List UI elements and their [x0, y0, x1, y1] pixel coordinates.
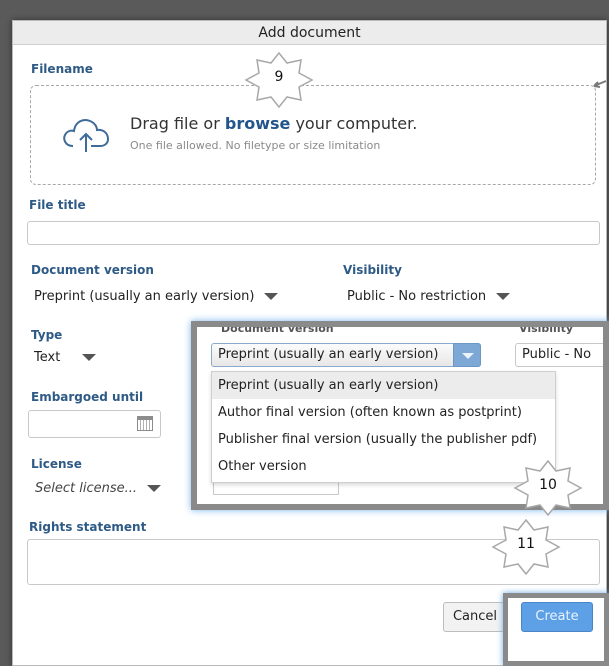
- step-badge-10: 10: [513, 459, 583, 517]
- chevron-down-icon: [264, 293, 279, 300]
- type-select[interactable]: Text: [34, 346, 97, 370]
- menu-item-publisher-final[interactable]: Publisher final version (usually the pub…: [212, 426, 555, 453]
- cloud-upload-icon: [63, 119, 110, 152]
- type-label: Type: [31, 328, 63, 342]
- embargoed-label: Embargoed until: [31, 390, 144, 404]
- visibility-label: Visibility: [343, 263, 402, 277]
- filename-label: Filename: [31, 62, 93, 76]
- arrow-icon: [593, 80, 607, 88]
- dialog-title: Add document: [13, 21, 606, 45]
- create-button[interactable]: Create: [521, 602, 593, 632]
- rights-label: Rights statement: [29, 520, 147, 534]
- chevron-down-icon: [82, 354, 97, 361]
- license-label: License: [31, 457, 82, 471]
- callout-version-select[interactable]: Preprint (usually an early version): [211, 343, 481, 367]
- browse-link[interactable]: browse: [225, 114, 291, 133]
- cancel-button[interactable]: Cancel: [443, 602, 507, 632]
- callout-visibility-select[interactable]: Public - No: [515, 343, 603, 367]
- menu-item-preprint[interactable]: Preprint (usually an early version): [212, 372, 555, 399]
- version-dropdown-menu: Preprint (usually an early version) Auth…: [211, 371, 556, 483]
- calendar-icon[interactable]: [137, 416, 153, 431]
- chevron-down-icon: [496, 293, 511, 300]
- visibility-select[interactable]: Public - No restriction: [347, 285, 511, 309]
- file-title-input[interactable]: [27, 221, 600, 245]
- step-badge-11: 11: [491, 518, 561, 576]
- dropzone-subtext: One file allowed. No filetype or size li…: [130, 139, 381, 152]
- callout-version-label: Document version: [221, 322, 334, 335]
- document-version-select[interactable]: Preprint (usually an early version): [34, 285, 279, 309]
- menu-item-author-final[interactable]: Author final version (often known as pos…: [212, 399, 555, 426]
- callout-visibility-label: Visibility: [519, 322, 574, 335]
- license-select[interactable]: Select license...: [35, 477, 162, 501]
- step-badge-9: 9: [244, 51, 314, 109]
- file-title-label: File title: [29, 198, 86, 212]
- document-version-label: Document version: [31, 263, 154, 277]
- chevron-down-icon[interactable]: [453, 343, 481, 367]
- chevron-down-icon: [147, 485, 162, 492]
- dropzone-text: Drag file or browse your computer.: [130, 114, 418, 133]
- menu-item-other[interactable]: Other version: [212, 453, 555, 480]
